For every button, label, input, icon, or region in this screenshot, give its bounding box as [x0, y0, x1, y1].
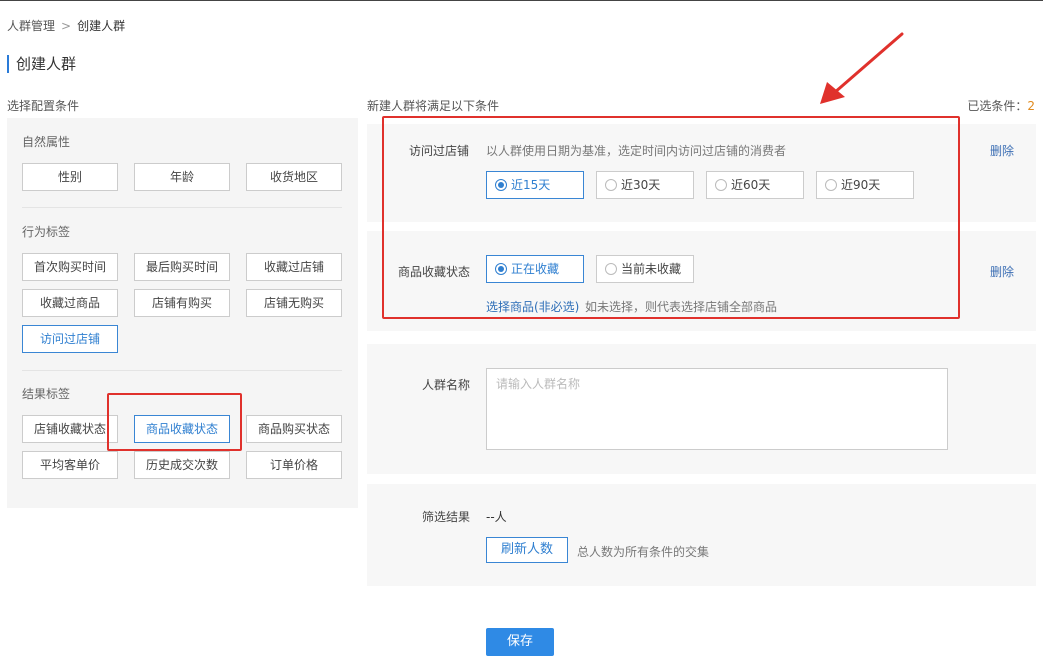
crowd-name-input[interactable]	[486, 368, 948, 450]
breadcrumb-separator: >	[61, 19, 72, 33]
tag-gender[interactable]: 性别	[22, 163, 118, 191]
save-button[interactable]: 保存	[486, 628, 554, 656]
tag-first-purchase[interactable]: 首次购买时间	[22, 253, 118, 281]
tag-shop-not-purchased[interactable]: 店铺无购买	[246, 289, 342, 317]
radio-not-favoriting[interactable]: 当前未收藏	[596, 255, 694, 283]
section-label-natural: 自然属性	[22, 135, 71, 149]
result-label: 筛选结果	[422, 510, 471, 524]
section-label-behavior: 行为标签	[22, 225, 71, 239]
tag-shop-purchased[interactable]: 店铺有购买	[134, 289, 230, 317]
refresh-count-button[interactable]: 刷新人数	[486, 537, 568, 563]
radio-unchecked-icon	[605, 263, 617, 275]
radio-label: 近30天	[621, 178, 661, 192]
tag-shop-fav-status[interactable]: 店铺收藏状态	[22, 415, 118, 443]
crowd-name-label: 人群名称	[422, 378, 471, 392]
radio-15-days[interactable]: 近15天	[486, 171, 584, 199]
tag-order-price[interactable]: 订单价格	[246, 451, 342, 479]
condition-fav-block	[367, 231, 1036, 331]
radio-30-days[interactable]: 近30天	[596, 171, 694, 199]
result-hint: 总人数为所有条件的交集	[577, 545, 710, 559]
result-value: --人	[486, 510, 507, 524]
selected-count-number: 2	[1027, 99, 1035, 113]
tag-age[interactable]: 年龄	[134, 163, 230, 191]
radio-checked-icon	[495, 263, 507, 275]
tag-product-purchase-status[interactable]: 商品购买状态	[246, 415, 342, 443]
config-panel: 自然属性 性别 年龄 收货地区 行为标签 首次购买时间 最后购买时间 收藏过店铺…	[7, 118, 358, 508]
select-products-link[interactable]: 选择商品(非必选)	[486, 298, 579, 315]
section-divider	[22, 370, 342, 371]
selected-count: 已选条件：2	[967, 97, 1035, 114]
result-block	[367, 484, 1036, 586]
radio-favoriting[interactable]: 正在收藏	[486, 255, 584, 283]
radio-label: 近60天	[731, 178, 771, 192]
radio-unchecked-icon	[605, 179, 617, 191]
tag-last-purchase[interactable]: 最后购买时间	[134, 253, 230, 281]
breadcrumb-parent[interactable]: 人群管理	[7, 19, 55, 33]
conditions-title: 新建人群将满足以下条件	[367, 99, 500, 113]
condition-visit-block	[367, 124, 1036, 222]
tag-product-fav-status[interactable]: 商品收藏状态	[134, 415, 230, 443]
delete-fav-condition[interactable]: 删除	[990, 263, 1014, 280]
radio-checked-icon	[495, 179, 507, 191]
selected-count-label: 已选条件：	[967, 99, 1028, 113]
condition-fav-label: 商品收藏状态	[398, 265, 471, 279]
radio-unchecked-icon	[715, 179, 727, 191]
radio-label: 近90天	[841, 178, 881, 192]
radio-90-days[interactable]: 近90天	[816, 171, 914, 199]
radio-unchecked-icon	[825, 179, 837, 191]
tag-visited-shop[interactable]: 访问过店铺	[22, 325, 118, 353]
tag-fav-product[interactable]: 收藏过商品	[22, 289, 118, 317]
page-title: 创建人群	[7, 55, 76, 73]
condition-visit-desc: 以人群使用日期为基准，选定时间内访问过店铺的消费者	[486, 144, 787, 158]
section-label-result: 结果标签	[22, 387, 71, 401]
select-products-hint: 如未选择，则代表选择店铺全部商品	[585, 300, 778, 314]
radio-label: 近15天	[511, 178, 551, 192]
left-panel-title: 选择配置条件	[7, 99, 80, 113]
delete-visit-condition[interactable]: 删除	[990, 142, 1014, 159]
radio-60-days[interactable]: 近60天	[706, 171, 804, 199]
section-divider	[22, 207, 342, 208]
radio-label: 当前未收藏	[621, 262, 682, 276]
breadcrumb-current: 创建人群	[77, 19, 126, 33]
tag-avg-order-value[interactable]: 平均客单价	[22, 451, 118, 479]
top-border	[0, 0, 1043, 1]
condition-visit-label: 访问过店铺	[409, 144, 470, 158]
tag-history-deals[interactable]: 历史成交次数	[134, 451, 230, 479]
breadcrumb: 人群管理 > 创建人群	[7, 17, 125, 34]
radio-label: 正在收藏	[511, 262, 560, 276]
tag-fav-shop[interactable]: 收藏过店铺	[246, 253, 342, 281]
tag-region[interactable]: 收货地区	[246, 163, 342, 191]
